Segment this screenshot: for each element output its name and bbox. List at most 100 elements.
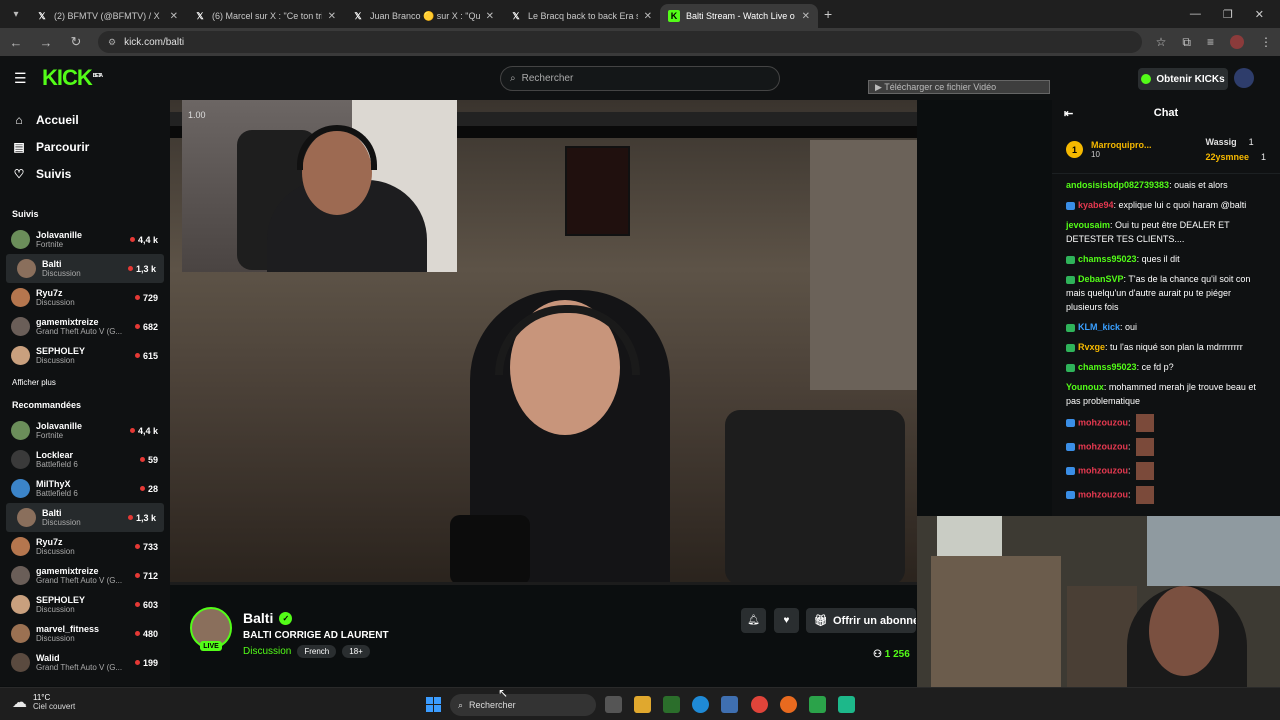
nav-item-parcourir[interactable]: ▤ Parcourir xyxy=(0,133,170,160)
streamer-name[interactable]: Balti xyxy=(243,610,273,626)
file-explorer-icon[interactable] xyxy=(634,696,651,713)
browser-tab[interactable]: 𝕏 Le Bracq back to back Era sur X ✕ xyxy=(502,4,660,28)
chat-username[interactable]: jevousaim xyxy=(1066,220,1110,230)
webcam-person-head xyxy=(1149,586,1219,676)
channel-name: Ryu7z xyxy=(36,537,63,547)
chat-username[interactable]: chamss95023 xyxy=(1078,362,1137,372)
sidebar-channel[interactable]: Walid Grand Theft Auto V (G... 199 xyxy=(0,648,166,677)
user-avatar[interactable] xyxy=(1234,68,1254,88)
browser-menu-icon[interactable]: ⋮ xyxy=(1260,35,1272,50)
browser-tab[interactable]: 𝕏 (6) Marcel sur X : "Ce ton triomph ✕ xyxy=(186,4,344,28)
tab-title: Le Bracq back to back Era sur X xyxy=(528,11,638,21)
channel-name: Locklear xyxy=(36,450,74,460)
nav-item-suivis[interactable]: ♡ Suivis xyxy=(0,160,170,187)
show-more-link[interactable]: Afficher plus xyxy=(0,370,170,394)
chat-username[interactable]: andosisisbdp082739383 xyxy=(1066,180,1169,190)
tab-search-icon[interactable]: ▾ xyxy=(4,3,28,25)
channel-info: Ryu7z Discussion xyxy=(36,537,129,556)
task-view-icon[interactable] xyxy=(605,696,622,713)
channel-avatar xyxy=(11,230,30,249)
sidebar-channel[interactable]: SEPHOLEY Discussion 615 xyxy=(0,341,166,370)
chat-message: mohzouzou: xyxy=(1066,462,1266,480)
chat-username[interactable]: kyabe94 xyxy=(1078,200,1114,210)
forward-icon[interactable]: → xyxy=(38,35,54,50)
close-tab-icon[interactable]: ✕ xyxy=(802,11,810,22)
discord-icon[interactable] xyxy=(838,696,855,713)
minimize-icon[interactable]: — xyxy=(1190,8,1201,21)
weather-widget[interactable]: ☁ 11°C Ciel couvert xyxy=(12,693,75,711)
sidebar-channel[interactable]: Ryu7z Discussion 733 xyxy=(0,532,166,561)
chat-username[interactable]: KLM_kick xyxy=(1078,322,1120,332)
chat-separator: : xyxy=(1128,417,1134,428)
new-tab-button[interactable]: + xyxy=(824,6,832,22)
kick-logo[interactable]: KICKBETA xyxy=(42,65,103,91)
gifter-row[interactable]: 22ysmnee 1 xyxy=(1205,150,1266,165)
gift-subscription-button[interactable]: 🎁︎ Offrir un abonnement xyxy=(806,608,916,633)
chrome-icon[interactable] xyxy=(751,696,768,713)
close-tab-icon[interactable]: ✕ xyxy=(170,11,178,22)
menu-icon[interactable]: ☰ xyxy=(14,70,30,87)
browser-tab[interactable]: 𝕏 Juan Branco 🟡 sur X : "Quinze ✕ xyxy=(344,4,502,28)
edge-icon[interactable] xyxy=(692,696,709,713)
notification-bell-button[interactable]: 🔔︎ xyxy=(741,608,766,633)
sidebar-channel[interactable]: Locklear Battlefield 6 59 xyxy=(0,445,166,474)
sidebar-channel[interactable]: Jolavanille Fortnite 4,4 k xyxy=(0,225,166,254)
close-window-icon[interactable]: ✕ xyxy=(1255,8,1264,21)
chat-username[interactable]: mohzouzou xyxy=(1078,465,1128,475)
sidebar-channel[interactable]: Balti Discussion 1,3 k xyxy=(6,254,164,283)
profile-avatar[interactable] xyxy=(1230,34,1244,49)
store-icon[interactable] xyxy=(721,696,738,713)
browser-tab[interactable]: 𝕏 (2) BFMTV (@BFMTV) / X ✕ xyxy=(28,4,186,28)
nav-item-accueil[interactable]: ⌂ Accueil xyxy=(0,106,170,133)
top-gifter[interactable]: Marroquipro... 10 xyxy=(1091,140,1152,159)
chat-username[interactable]: chamss95023 xyxy=(1078,254,1137,264)
reload-icon[interactable]: ↻ xyxy=(68,34,84,50)
stream-category[interactable]: Discussion xyxy=(243,646,291,657)
start-button[interactable] xyxy=(426,697,441,712)
site-header: ☰ KICKBETA ⌕ Rechercher ▶ Télécharger ce… xyxy=(0,56,1280,100)
gifter-row[interactable]: Wassig 1 xyxy=(1205,135,1266,150)
search-input[interactable]: ⌕ Rechercher xyxy=(500,66,780,91)
close-tab-icon[interactable]: ✕ xyxy=(328,11,336,22)
extensions-icon[interactable]: ⧉ xyxy=(1182,35,1191,50)
sidebar-channel[interactable]: Jolavanille Fortnite 4,4 k xyxy=(0,416,166,445)
get-kicks-button[interactable]: Obtenir KICKs xyxy=(1138,68,1228,90)
close-tab-icon[interactable]: ✕ xyxy=(644,11,652,22)
sidebar-channel[interactable]: Ryu7z Discussion 729 xyxy=(0,283,166,312)
chat-username[interactable]: mohzouzou xyxy=(1078,441,1128,451)
gift-subscription-label: Offrir un abonnement xyxy=(832,614,916,627)
sidebar-channel[interactable]: gamemixtreize Grand Theft Auto V (G... 712 xyxy=(0,561,166,590)
chat-username[interactable]: DebanSVP xyxy=(1078,274,1124,284)
chat-messages: andosisisbdp082739383: ouais et alors kya… xyxy=(1052,174,1280,514)
stream-tag[interactable]: French xyxy=(297,645,337,658)
sidebar-channel[interactable]: Balti Discussion 1,3 k xyxy=(6,503,164,532)
nvidia-icon[interactable] xyxy=(663,696,680,713)
sidebar-channel[interactable]: marvel_fitness Discussion 480 xyxy=(0,619,166,648)
channel-viewers: 199 xyxy=(134,658,158,668)
sidebar-channel[interactable]: MiIThyX Battlefield 6 28 xyxy=(0,474,166,503)
chat-username[interactable]: Rvxge xyxy=(1078,342,1105,352)
channel-name: Walid xyxy=(36,653,60,663)
sidebar-channel[interactable]: gamemixtreize Grand Theft Auto V (G... 682 xyxy=(0,312,166,341)
close-tab-icon[interactable]: ✕ xyxy=(486,11,494,22)
follow-heart-button[interactable]: ♥ xyxy=(774,608,799,633)
site-info-icon[interactable]: ⚙ xyxy=(108,37,116,48)
download-video-bar[interactable]: ▶ Télécharger ce fichier Vidéo xyxy=(868,80,1050,94)
chat-username[interactable]: mohzouzou xyxy=(1078,417,1128,427)
firefox-icon[interactable] xyxy=(780,696,797,713)
chat-username[interactable]: mohzouzou xyxy=(1078,489,1128,499)
url-bar[interactable]: ⚙ kick.com/balti xyxy=(98,31,1142,53)
viewer-count: 729 xyxy=(142,292,158,303)
media-control-icon[interactable]: ≡ xyxy=(1207,35,1214,50)
app-icon[interactable] xyxy=(809,696,826,713)
bookmark-star-icon[interactable]: ☆ xyxy=(1156,35,1167,50)
back-icon[interactable]: ← xyxy=(8,35,24,50)
stream-tag[interactable]: 18+ xyxy=(342,645,370,658)
taskbar-search[interactable]: ⌕ Rechercher xyxy=(450,694,596,716)
video-player[interactable]: 1.00 xyxy=(170,100,917,585)
live-dot-icon xyxy=(139,457,145,462)
sidebar-channel[interactable]: SEPHOLEY Discussion 603 xyxy=(0,590,166,619)
maximize-icon[interactable]: ❐ xyxy=(1223,8,1233,21)
browser-tab[interactable]: K Balti Stream - Watch Live o ✕ xyxy=(660,4,818,28)
chat-username[interactable]: Younoux xyxy=(1066,382,1104,392)
